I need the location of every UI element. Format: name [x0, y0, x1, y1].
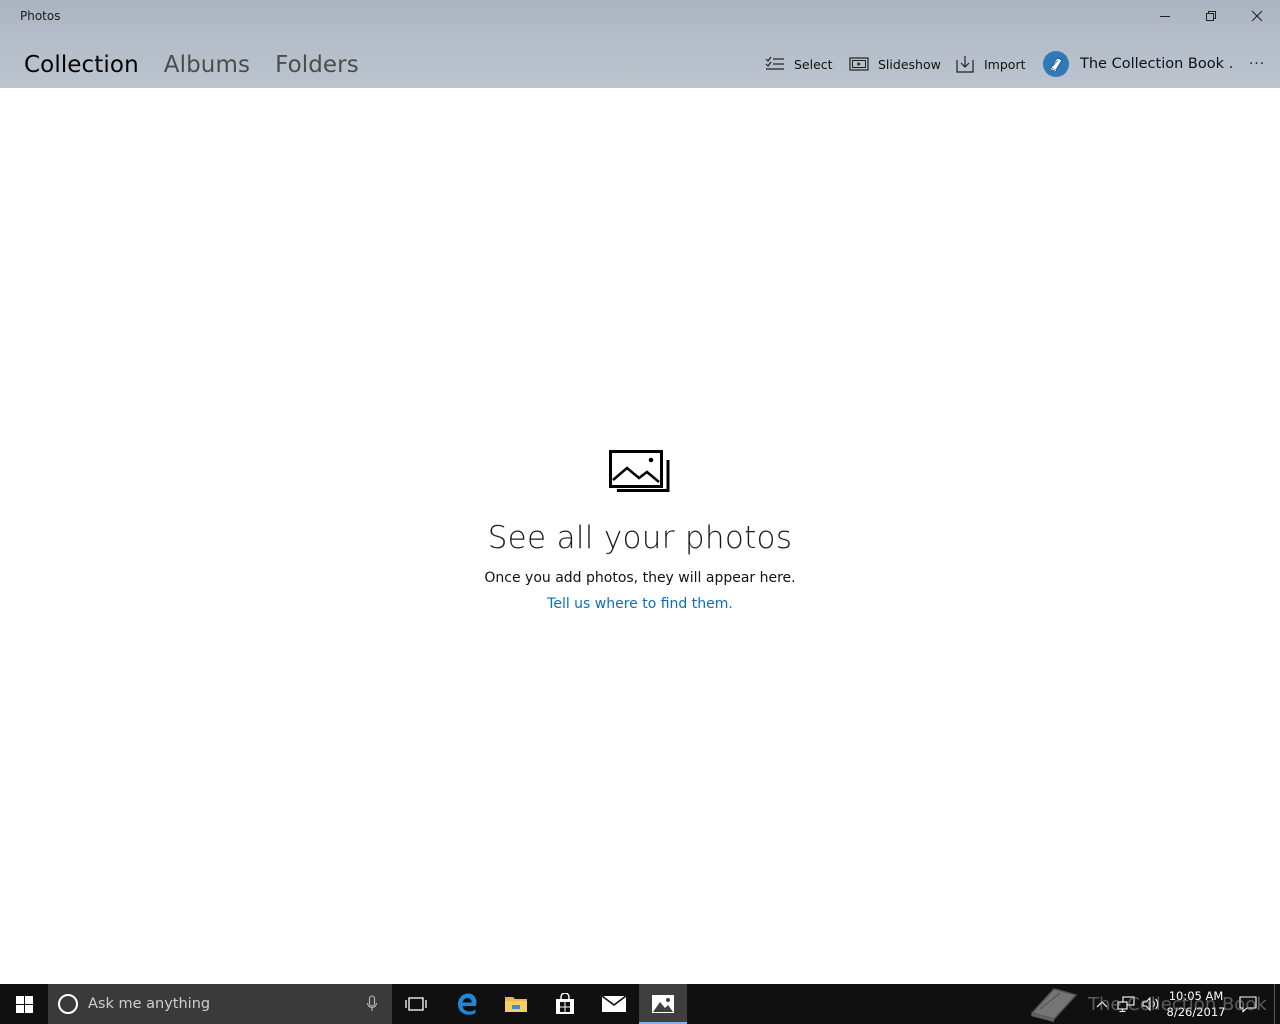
- mail-envelope-icon: [601, 995, 627, 1012]
- select-button[interactable]: Select: [765, 52, 833, 76]
- network-button[interactable]: [1115, 984, 1137, 1024]
- clock-date: 8/26/2017: [1166, 1005, 1226, 1019]
- photos-app-icon: [652, 995, 674, 1013]
- tab-folders[interactable]: Folders: [275, 50, 359, 80]
- minimize-icon: [1160, 16, 1170, 17]
- folder-icon: [505, 997, 527, 1012]
- import-label: Import: [984, 56, 1026, 72]
- import-icon: [956, 56, 974, 73]
- select-list-icon: [765, 56, 784, 70]
- taskbar-photos[interactable]: [639, 984, 687, 1024]
- nav-tabs: Collection Albums Folders: [24, 50, 384, 80]
- window-title: Photos: [20, 9, 61, 23]
- show-hidden-icons-button[interactable]: [1092, 984, 1112, 1024]
- photos-placeholder-icon: [609, 450, 670, 492]
- taskbar-file-explorer[interactable]: [492, 984, 540, 1024]
- network-icon: [1117, 996, 1135, 1012]
- account-name: The Collection Book .: [1080, 56, 1234, 72]
- empty-state-title: See all your photos: [487, 520, 793, 556]
- close-icon: [1251, 10, 1263, 22]
- close-button[interactable]: [1234, 0, 1280, 32]
- taskbar: 10:05 AM 8/26/2017: [0, 984, 1280, 1024]
- restore-icon: [1206, 11, 1216, 21]
- empty-state-subtitle: Once you add photos, they will appear he…: [484, 570, 796, 586]
- clock-time: 10:05 AM: [1168, 989, 1224, 1003]
- microphone-icon[interactable]: [366, 995, 378, 1013]
- account-button[interactable]: The Collection Book .: [1043, 50, 1233, 78]
- import-button[interactable]: Import: [955, 52, 1026, 76]
- account-avatar: [1043, 51, 1069, 77]
- start-button[interactable]: [0, 984, 48, 1024]
- find-photos-link[interactable]: Tell us where to find them.: [547, 594, 733, 614]
- minimize-button[interactable]: [1142, 0, 1188, 32]
- cortana-search-box[interactable]: [48, 984, 392, 1024]
- book-icon: [1050, 57, 1063, 71]
- notification-icon: [1239, 996, 1257, 1013]
- cortana-icon: [58, 994, 78, 1014]
- chevron-up-icon: [1096, 1001, 1108, 1008]
- slideshow-label: Slideshow: [878, 56, 941, 72]
- task-view-icon: [405, 997, 427, 1011]
- store-bag-icon: [556, 993, 574, 1014]
- taskbar-clock[interactable]: 10:05 AM 8/26/2017: [1164, 988, 1228, 1020]
- taskbar-mail[interactable]: [590, 984, 638, 1024]
- edge-browser-icon: [458, 993, 477, 1015]
- tab-albums[interactable]: Albums: [164, 50, 250, 80]
- volume-button[interactable]: [1140, 984, 1162, 1024]
- title-bar: Photos Collection Albums Folders Select: [0, 0, 1280, 88]
- restore-button[interactable]: [1188, 0, 1234, 32]
- task-view-button[interactable]: [392, 984, 440, 1024]
- taskbar-edge[interactable]: [443, 984, 491, 1024]
- speaker-icon: [1142, 996, 1159, 1012]
- photos-app-window: Photos Collection Albums Folders Select: [0, 0, 1280, 1024]
- tab-collection[interactable]: Collection: [24, 50, 139, 80]
- search-input[interactable]: [88, 996, 348, 1012]
- windows-logo-icon: [15, 995, 33, 1013]
- show-desktop-button[interactable]: [1274, 984, 1280, 1024]
- more-options-button[interactable]: ···: [1245, 52, 1269, 76]
- slideshow-button[interactable]: Slideshow: [849, 52, 941, 76]
- select-label: Select: [794, 56, 833, 72]
- action-center-button[interactable]: [1234, 984, 1262, 1024]
- empty-state: See all your photos Once you add photos,…: [0, 450, 1280, 614]
- slideshow-icon: [849, 57, 869, 71]
- taskbar-store[interactable]: [541, 984, 589, 1024]
